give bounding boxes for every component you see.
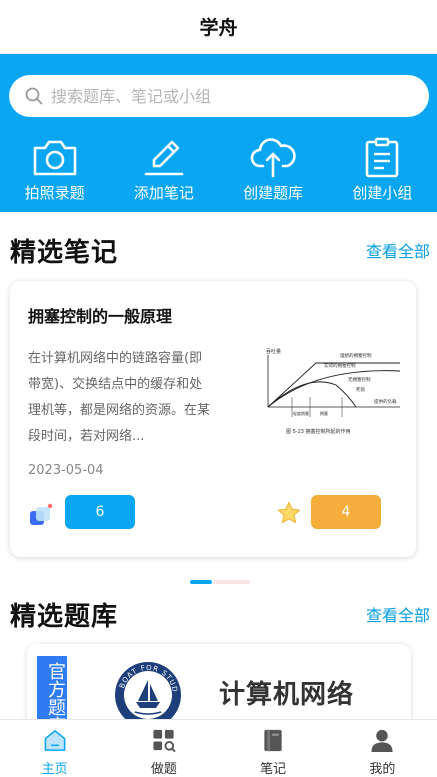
note-figure: 吞吐量 理想的拥塞控制 实际的拥塞控制 无拥塞控制 死锁 提供的负载 轻度拥塞 … [266, 348, 401, 435]
carousel-dot-active [190, 580, 212, 584]
tab-profile[interactable]: 我的 [328, 720, 437, 777]
action-label: 添加笔记 [133, 184, 194, 202]
tab-label: 笔记 [260, 762, 287, 777]
title-bar: 学舟 [0, 0, 437, 54]
notebook-icon [264, 729, 282, 752]
figure-caption: 图 5-23 拥塞控制所起的作用 [286, 428, 351, 435]
tab-label: 我的 [369, 762, 396, 777]
figure-ideal-label: 理想的拥塞控制 [340, 352, 372, 359]
section-title: 精选笔记 [10, 237, 119, 268]
hero-panel: 拍照录题 添加笔记 创建题库 [0, 54, 437, 212]
action-label: 创建题库 [243, 184, 304, 202]
action-create-group[interactable]: 创建小组 [328, 136, 437, 206]
app-title: 学舟 [199, 17, 238, 39]
app-page: 学舟 拍照录题 添加 [0, 0, 437, 777]
search-bar[interactable] [9, 75, 429, 117]
figure-actual-label: 实际的拥塞控制 [324, 362, 356, 369]
carousel-dot [214, 580, 250, 584]
star-count-button[interactable]: 4 [311, 495, 381, 529]
cloud-upload-icon [250, 138, 296, 178]
tab-home[interactable]: 主页 [0, 720, 109, 777]
figure-y-label: 吞吐量 [266, 348, 281, 355]
view-all-banks-link[interactable]: 查看全部 [366, 602, 430, 626]
action-label: 创建小组 [352, 184, 413, 202]
star-icon[interactable] [276, 501, 302, 525]
view-all-notes-link[interactable]: 查看全部 [366, 238, 430, 262]
tab-notes[interactable]: 笔记 [219, 720, 328, 777]
camera-icon [33, 140, 76, 176]
figure-zone-light: 轻度拥塞 [293, 410, 309, 416]
note-title: 拥塞控制的一般原理 [28, 307, 173, 326]
action-photo-record[interactable]: 拍照录题 [0, 136, 109, 206]
quick-actions: 拍照录题 添加笔记 创建题库 创建小组 [0, 136, 437, 206]
tab-label: 主页 [41, 762, 68, 777]
featured-notes-header: 精选笔记 查看全部 [10, 232, 430, 268]
note-card[interactable]: 拥塞控制的一般原理 在计算机网络中的链路容量(即带宽)、交换结点中的缓存和处理机… [10, 281, 416, 557]
grid-icon [153, 729, 176, 753]
action-add-note[interactable]: 添加笔记 [109, 136, 218, 206]
clipboard-icon [366, 137, 399, 178]
search-input[interactable] [51, 86, 391, 106]
action-create-bank[interactable]: 创建题库 [219, 136, 328, 206]
figure-x-label: 提供的负载 [374, 398, 397, 405]
figure-deadlock-label: 死锁 [356, 386, 365, 393]
share-count-button[interactable]: 6 [65, 495, 135, 529]
pencil-icon [144, 140, 184, 176]
featured-banks-header: 精选题库 查看全部 [10, 596, 430, 632]
bottom-tab-bar: 主页 做题 笔记 我的 [0, 719, 437, 777]
search-icon [25, 87, 43, 105]
note-excerpt: 在计算机网络中的链路容量(即带宽)、交换结点中的缓存和处理机等，都是网络的资源。… [28, 351, 211, 444]
home-icon [44, 730, 66, 751]
figure-zone-congest: 拥塞 [320, 410, 328, 416]
carousel-indicator [190, 580, 250, 584]
section-title: 精选题库 [10, 601, 119, 632]
figure-none-label: 无拥塞控制 [348, 376, 371, 383]
tab-label: 做题 [150, 762, 177, 777]
share-icon [30, 503, 53, 525]
user-icon [371, 729, 393, 753]
tab-practice[interactable]: 做题 [109, 720, 218, 777]
bank-title: 计算机网络 [219, 680, 355, 710]
action-label: 拍照录题 [24, 184, 85, 202]
note-date: 2023-05-04 [28, 463, 104, 478]
